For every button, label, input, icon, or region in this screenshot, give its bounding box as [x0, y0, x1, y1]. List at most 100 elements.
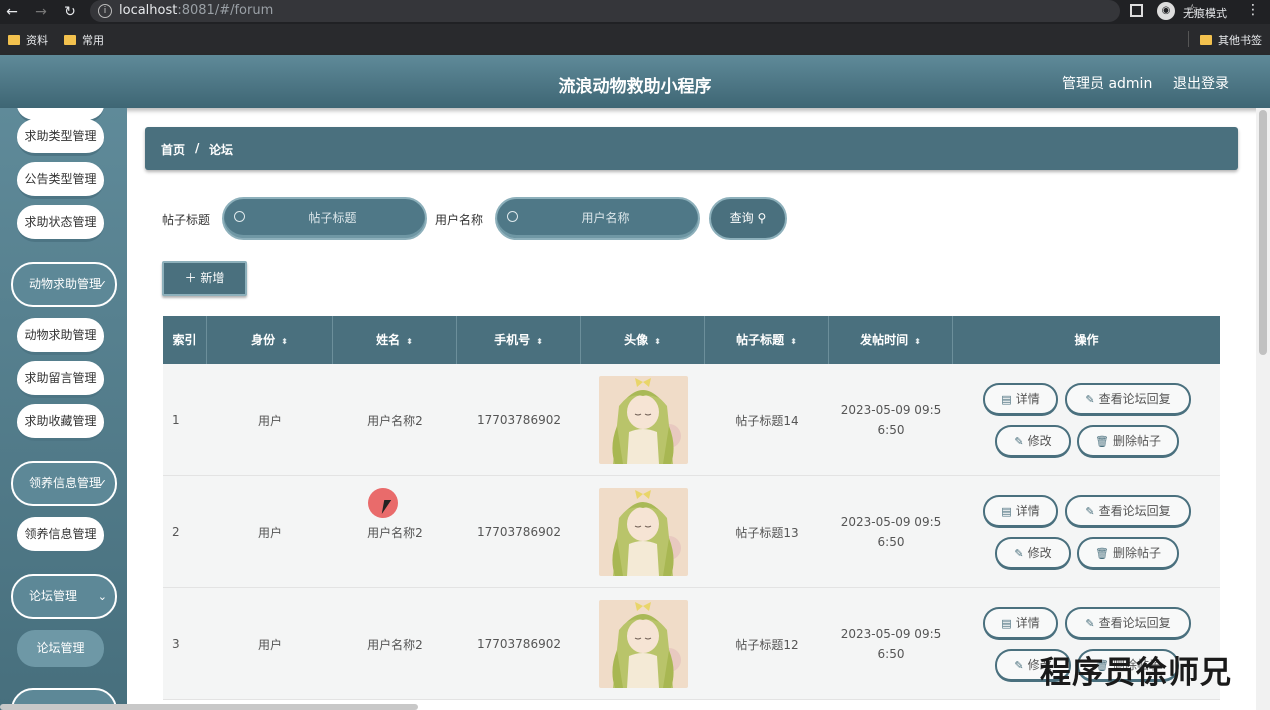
- breadcrumb-current: 论坛: [209, 143, 234, 157]
- sidebar-group-label: 领养信息管理: [29, 476, 102, 490]
- query-button-label: 查询: [729, 211, 754, 225]
- app-header: 流浪动物救助小程序 管理员 admin 退出登录: [0, 55, 1270, 108]
- sidebar-item-help-message[interactable]: 求助留言管理: [17, 361, 104, 398]
- pencil-icon: ✎: [1085, 505, 1095, 518]
- delete-post-button[interactable]: 🗑 删除帖子: [1077, 537, 1179, 570]
- pencil-icon: ✎: [1014, 435, 1024, 448]
- post-time-text: 2023-05-09 09:5 6:50: [841, 624, 942, 664]
- view-replies-button[interactable]: ✎ 查看论坛回复: [1065, 607, 1191, 640]
- cell-identity: 用户: [257, 637, 282, 652]
- col-actions: 操作: [1074, 333, 1099, 347]
- detail-button[interactable]: ▤ 详情: [983, 383, 1058, 416]
- chevron-down-icon: ⌄: [97, 590, 107, 603]
- sort-icon[interactable]: ⬍: [790, 337, 797, 346]
- avatar[interactable]: [598, 600, 688, 688]
- sort-icon[interactable]: ⬍: [536, 337, 543, 346]
- sidebar-item-animal-help[interactable]: 动物求助管理: [17, 318, 104, 355]
- col-index: 索引: [163, 316, 207, 364]
- user-name-search[interactable]: [495, 197, 700, 240]
- browser-toolbar: ← → ↻ i localhost:8081/#/forum ⚷ ☆ ◉ 无痕模…: [0, 0, 1270, 24]
- col-post-title[interactable]: 帖子标题 ⬍: [705, 316, 829, 364]
- sort-icon[interactable]: ⬍: [281, 337, 288, 346]
- cell-avatar: [581, 364, 705, 476]
- side-panel-icon[interactable]: [1130, 4, 1143, 17]
- action-label: 修改: [1027, 546, 1052, 560]
- sidebar-item-forum[interactable]: 论坛管理: [17, 630, 104, 667]
- post-title-input[interactable]: [250, 207, 415, 229]
- detail-button[interactable]: ▤ 详情: [983, 607, 1058, 640]
- col-identity[interactable]: 身份 ⬍: [207, 316, 333, 364]
- sidebar-item-help-type[interactable]: 求助类型管理: [17, 119, 104, 156]
- sidebar-group-animal-help[interactable]: 动物求助管理 ✓: [11, 262, 117, 307]
- col-avatar-label: 头像: [624, 333, 649, 347]
- sidebar-item-adoption[interactable]: 领养信息管理: [17, 517, 104, 554]
- col-avatar[interactable]: 头像 ⬍: [581, 316, 705, 364]
- bookmark-folder-ziliao[interactable]: 资料: [8, 32, 48, 48]
- col-name[interactable]: 姓名 ⬍: [333, 316, 457, 364]
- logout-link[interactable]: 退出登录: [1173, 73, 1229, 93]
- info-icon[interactable]: i: [98, 4, 112, 18]
- browser-menu-icon[interactable]: ⋮: [1246, 2, 1260, 18]
- search-icon: [507, 211, 518, 222]
- post-time-line: 6:50: [877, 647, 905, 661]
- post-title-search[interactable]: [222, 197, 427, 240]
- bookmark-folder-other[interactable]: 其他书签: [1200, 32, 1262, 48]
- action-label: 详情: [1015, 504, 1040, 518]
- reload-icon[interactable]: ↻: [60, 2, 80, 22]
- edit-button[interactable]: ✎ 修改: [995, 537, 1071, 570]
- horizontal-scrollbar[interactable]: [0, 704, 418, 710]
- action-label: 查看论坛回复: [1098, 504, 1171, 518]
- sort-icon[interactable]: ⬍: [406, 337, 413, 346]
- avatar[interactable]: [598, 376, 688, 464]
- cell-identity: 用户: [257, 413, 282, 428]
- delete-post-button[interactable]: 🗑 删除帖子: [1077, 425, 1179, 458]
- forward-icon[interactable]: →: [31, 2, 51, 22]
- back-icon[interactable]: ←: [2, 2, 22, 22]
- sidebar-item-help-status[interactable]: 求助状态管理: [17, 205, 104, 242]
- sidebar-item-notice-type[interactable]: 公告类型管理: [17, 162, 104, 199]
- cell-name: 用户名称2: [367, 637, 423, 652]
- col-phone[interactable]: 手机号 ⬍: [457, 316, 581, 364]
- action-label: 查看论坛回复: [1098, 392, 1171, 406]
- url-text[interactable]: localhost:8081/#/forum: [119, 3, 273, 18]
- address-bar[interactable]: i localhost:8081/#/forum ⚷ ☆: [90, 0, 1199, 22]
- incognito-icon[interactable]: ◉: [1157, 2, 1175, 20]
- add-button[interactable]: ＋ 新增: [162, 261, 247, 296]
- sidebar-item-help-favorite[interactable]: 求助收藏管理: [17, 404, 104, 441]
- col-identity-label: 身份: [251, 333, 276, 347]
- search-icon: [234, 211, 245, 222]
- edit-button[interactable]: ✎ 修改: [995, 425, 1071, 458]
- bookmark-label: 常用: [82, 34, 104, 47]
- bookmark-folder-changyong[interactable]: 常用: [64, 32, 104, 48]
- view-replies-button[interactable]: ✎ 查看论坛回复: [1065, 383, 1191, 416]
- vertical-scrollbar[interactable]: [1256, 108, 1270, 710]
- bookmark-label: 资料: [26, 34, 48, 47]
- cell-identity: 用户: [257, 525, 282, 540]
- chevron-down-icon: ✓: [97, 477, 107, 490]
- breadcrumb-home[interactable]: 首页: [161, 141, 185, 158]
- user-name-input[interactable]: [523, 207, 688, 229]
- scrollbar-thumb[interactable]: [1259, 110, 1267, 355]
- sort-icon[interactable]: ⬍: [654, 337, 661, 346]
- add-button-label: 新增: [200, 271, 225, 285]
- cell-phone: 17703786902: [477, 637, 561, 651]
- avatar[interactable]: [598, 488, 688, 576]
- col-name-label: 姓名: [376, 333, 401, 347]
- sidebar-group-label: 论坛管理: [29, 589, 78, 603]
- folder-icon: [1200, 35, 1212, 45]
- cell-post-time: 2023-05-09 09:5 6:50: [829, 476, 953, 588]
- document-icon: ▤: [1001, 617, 1012, 630]
- post-time-line: 2023-05-09 09:5: [840, 515, 942, 529]
- detail-button[interactable]: ▤ 详情: [983, 495, 1058, 528]
- view-replies-button[interactable]: ✎ 查看论坛回复: [1065, 495, 1191, 528]
- sort-icon[interactable]: ⬍: [914, 337, 921, 346]
- cell-post-time: 2023-05-09 09:5 6:50: [829, 364, 953, 476]
- bookmarks-bar: 资料 常用 其他书签: [0, 24, 1270, 55]
- cell-index: 1: [172, 413, 180, 427]
- breadcrumb: 首页 / 论坛: [145, 127, 1238, 170]
- query-button[interactable]: 查询 ⚲: [709, 197, 787, 240]
- sidebar-group-forum[interactable]: 论坛管理 ⌄: [11, 574, 117, 619]
- action-label: 修改: [1027, 434, 1052, 448]
- col-post-time[interactable]: 发帖时间 ⬍: [829, 316, 953, 364]
- sidebar-group-adoption[interactable]: 领养信息管理 ✓: [11, 461, 117, 506]
